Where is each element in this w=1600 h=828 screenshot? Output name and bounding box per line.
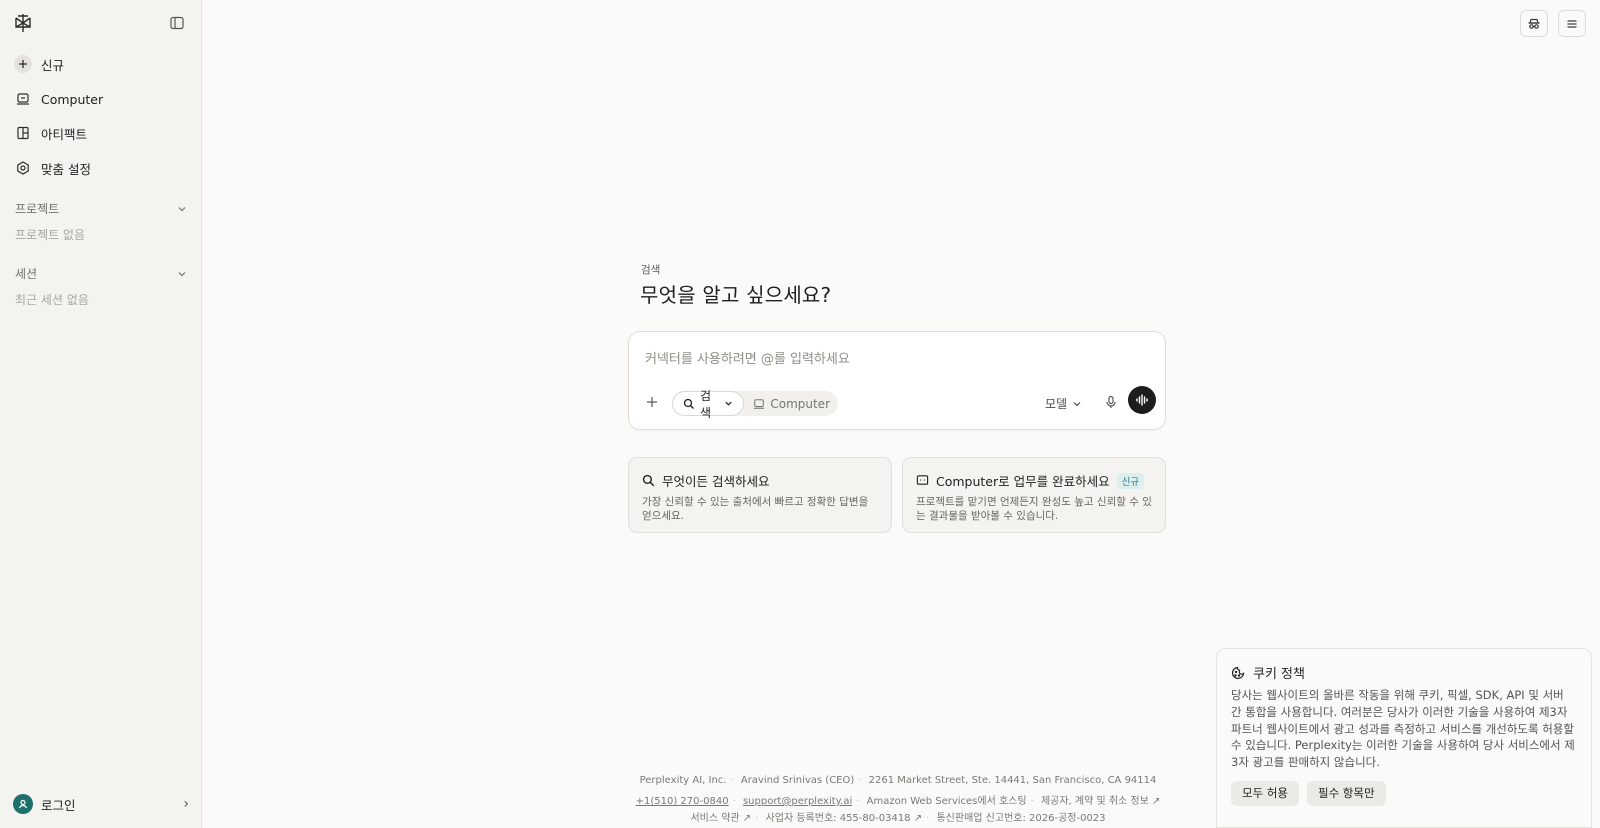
sidebar-item-customize[interactable]: 맞춤 설정 <box>14 155 91 181</box>
sessions-section-header[interactable]: 세션 <box>15 265 187 282</box>
sidebar: 신규 Computer 아티팩트 맞춤 설정 프로젝트 프로젝트 없음 세션 최… <box>0 0 202 828</box>
sessions-title: 세션 <box>15 267 38 281</box>
mode-computer-button[interactable]: Computer <box>744 397 838 411</box>
card-title: 무엇이든 검색하세요 <box>662 474 770 489</box>
settings-hex-icon <box>14 159 32 177</box>
sidebar-item-label: Computer <box>41 91 104 107</box>
mode-search-label: 검색 <box>700 388 712 420</box>
hero-label: 검색 <box>641 264 661 276</box>
card-description: 가장 신뢰할 수 있는 출처에서 빠르고 정확한 답변을 얻으세요. <box>642 496 869 522</box>
accept-all-button[interactable]: 모두 허용 <box>1231 780 1299 806</box>
projects-section-header[interactable]: 프로젝트 <box>15 200 187 217</box>
incognito-button[interactable] <box>1520 10 1548 37</box>
computer-card[interactable]: Computer로 업무를 완료하세요 신규 프로젝트를 맡기면 언제든지 완성… <box>902 457 1166 533</box>
projects-title: 프로젝트 <box>15 202 60 216</box>
collapse-sidebar-icon[interactable] <box>170 16 186 32</box>
search-icon <box>642 474 655 487</box>
sidebar-item-label: 아티팩트 <box>41 126 88 142</box>
attach-plus-icon[interactable] <box>645 395 661 411</box>
plus-icon <box>14 55 32 73</box>
composer: 커넥터를 사용하려면 @를 입력하세요 검색 Computer 모델 <box>628 331 1166 430</box>
footer-provider-link[interactable]: 제공자, 계약 및 취소 정보 ↗ <box>1041 796 1160 807</box>
user-icon <box>13 794 33 814</box>
computer-icon <box>14 90 32 108</box>
model-selector[interactable]: 모델 <box>1045 395 1082 412</box>
sidebar-item-label: 맞춤 설정 <box>41 161 91 177</box>
sidebar-item-computer[interactable]: Computer <box>14 86 103 112</box>
sessions-empty-text: 최근 세션 없음 <box>15 293 89 307</box>
chevron-down-icon <box>1072 399 1082 409</box>
new-badge: 신규 <box>1116 472 1145 489</box>
computer-icon <box>753 398 765 410</box>
sidebar-item-new[interactable]: 신규 <box>14 51 64 77</box>
search-icon <box>683 398 695 410</box>
footer-line-2: +1(510) 270-0840 · support@perplexity.ai ·… <box>635 796 1161 807</box>
microphone-icon[interactable] <box>1104 395 1120 411</box>
page-title: 무엇을 알고 싶으세요? <box>640 283 832 307</box>
cookie-icon <box>1231 666 1245 680</box>
sidebar-item-artifacts[interactable]: 아티팩트 <box>14 120 87 146</box>
footer-ecommerce-no: 통신판매업 신고번호: 2026-공정-0023 <box>936 813 1106 824</box>
menu-icon <box>1566 18 1578 30</box>
cookie-body: 당사는 웹사이트의 올바른 작동을 위해 쿠키, 픽셀, SDK, API 및 … <box>1231 688 1575 770</box>
menu-button[interactable] <box>1558 10 1586 37</box>
cookie-banner: 쿠키 정책 당사는 웹사이트의 올바른 작동을 위해 쿠키, 픽셀, SDK, … <box>1216 648 1592 828</box>
footer-ceo: Aravind Srinivas (CEO) <box>740 775 855 786</box>
mode-selector: 검색 Computer <box>672 389 838 420</box>
model-label: 모델 <box>1045 397 1068 411</box>
artifact-icon <box>14 124 32 142</box>
footer-line-1: Perplexity AI, Inc. · Aravind Srinivas (C… <box>639 775 1157 786</box>
footer-phone-link[interactable]: +1(510) 270-0840 <box>636 796 729 807</box>
footer-hosting: Amazon Web Services에서 호스팅 <box>866 796 1027 807</box>
sidebar-item-label: 신규 <box>41 57 65 73</box>
footer-line-3: 서비스 약관 ↗ · 사업자 등록번호: 455-80-03418 ↗ · 통신판매… <box>690 813 1106 824</box>
incognito-icon <box>1527 17 1541 31</box>
footer-company: Perplexity AI, Inc. <box>639 775 727 786</box>
card-title: Computer로 업무를 완료하세요 <box>936 474 1110 489</box>
projects-empty-text: 프로젝트 없음 <box>15 228 86 242</box>
perplexity-logo-icon[interactable] <box>13 13 33 33</box>
login-label: 로그인 <box>41 797 76 813</box>
waveform-icon <box>1135 394 1149 406</box>
chevron-down-icon <box>177 269 187 279</box>
login-button[interactable]: 로그인 › <box>13 793 189 815</box>
query-input[interactable]: 커넥터를 사용하려면 @를 입력하세요 <box>645 348 850 367</box>
mode-search-button[interactable]: 검색 <box>672 389 745 420</box>
footer-email-link[interactable]: support@perplexity.ai <box>743 796 852 807</box>
chevron-down-icon <box>177 204 187 214</box>
footer-terms-link[interactable]: 서비스 약관 ↗ <box>690 813 751 824</box>
search-card[interactable]: 무엇이든 검색하세요 가장 신뢰할 수 있는 출처에서 빠르고 정확한 답변을 … <box>628 457 892 533</box>
essential-only-button[interactable]: 필수 항목만 <box>1306 780 1386 806</box>
chevron-down-icon <box>724 399 733 408</box>
footer-address: 2261 Market Street, Ste. 14441, San Fran… <box>868 775 1157 786</box>
card-description: 프로젝트를 맡기면 언제든지 완성도 높고 신뢰할 수 있는 결과물을 받아볼 … <box>916 496 1152 522</box>
computer-icon <box>916 474 929 487</box>
voice-mode-button[interactable] <box>1128 386 1156 414</box>
chevron-right-icon: › <box>183 796 189 812</box>
mode-computer-label: Computer <box>770 396 830 411</box>
cookie-title: 쿠키 정책 <box>1253 667 1305 682</box>
footer-biz-no-link[interactable]: 사업자 등록번호: 455-80-03418 ↗ <box>766 813 923 824</box>
